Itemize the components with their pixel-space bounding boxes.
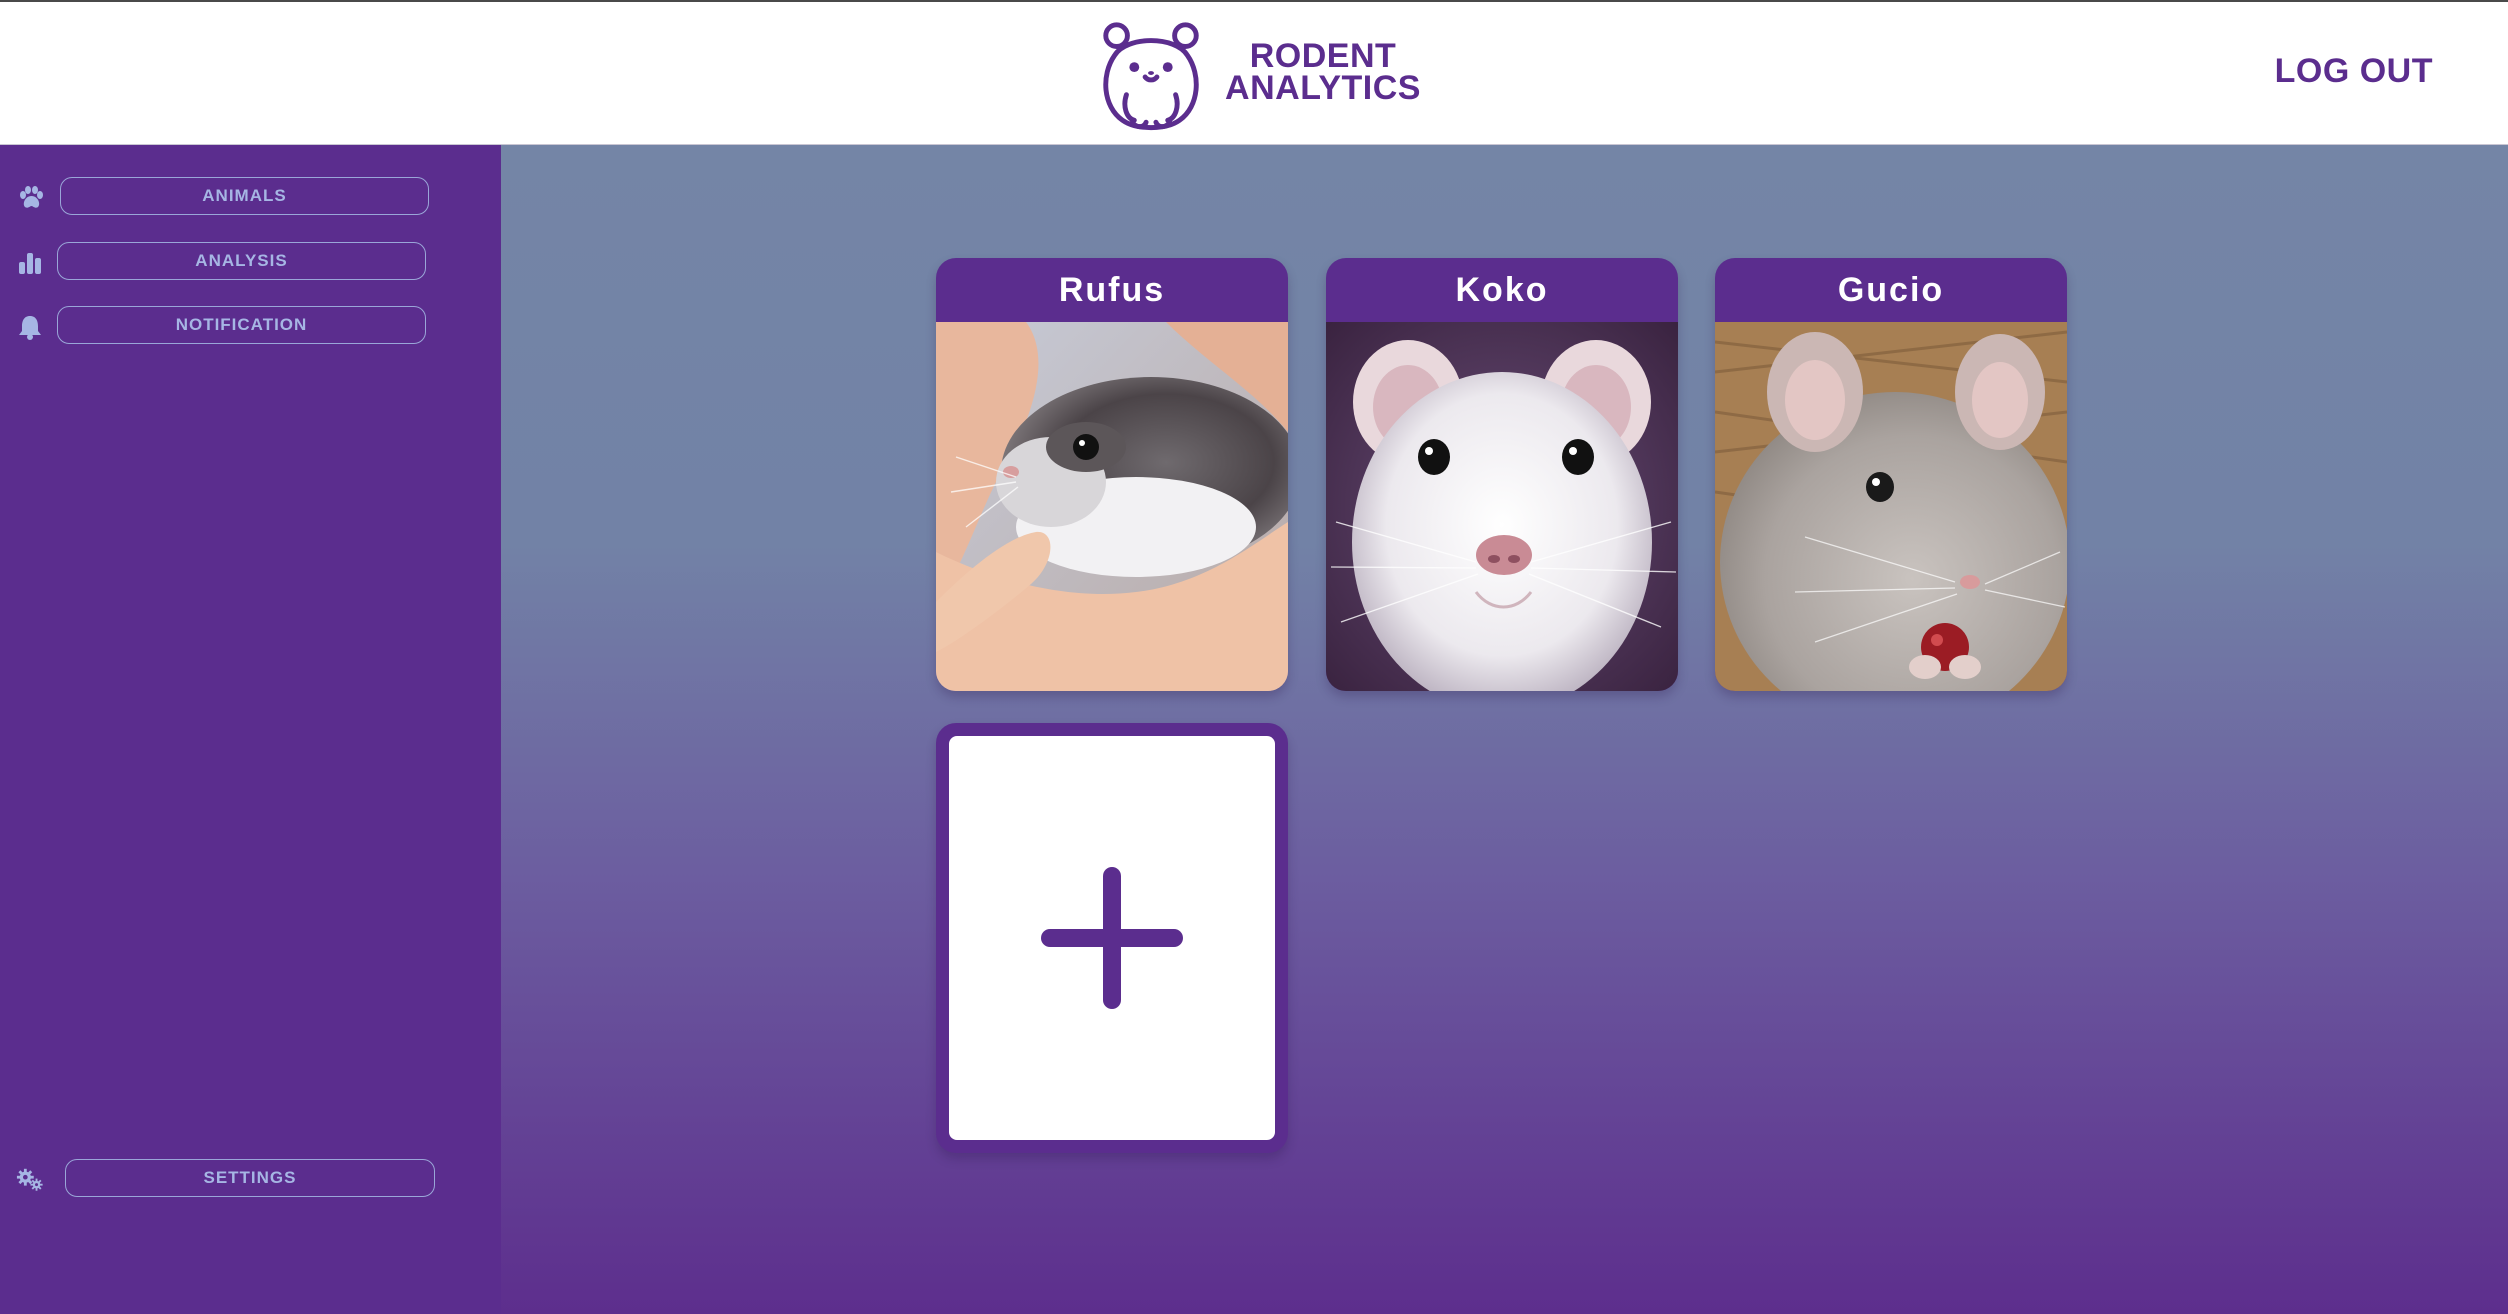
add-card-body [949, 736, 1275, 1140]
brand-line-1: RODENT [1249, 37, 1397, 75]
add-animal-button[interactable] [936, 723, 1288, 1153]
logout-button[interactable]: LOG OUT [2275, 52, 2433, 91]
bar-chart-icon [19, 253, 41, 274]
gears-icon [16, 1168, 43, 1191]
top-header: RODENT ANALYTICS LOG OUT [0, 0, 2508, 145]
hamster-logo-icon [1103, 22, 1199, 131]
sidebar-item-analysis[interactable]: ANALYSIS [0, 242, 440, 282]
plus-icon [1041, 867, 1183, 1009]
main-content: Rufus Koko Gucio [501, 145, 2508, 1314]
sidebar-item-label: ANIMALS [60, 177, 429, 215]
hamster-photo [936, 322, 1288, 691]
animal-name: Koko [1455, 270, 1549, 309]
sidebar-item-label: ANALYSIS [57, 242, 426, 280]
animal-card-rufus[interactable]: Rufus [936, 258, 1288, 691]
chinchilla-photo [1715, 322, 2067, 691]
sidebar: ANIMALS ANALYSIS NOTIFICATION SETTINGS [0, 145, 501, 1314]
sidebar-item-notification[interactable]: NOTIFICATION [0, 306, 440, 346]
animal-card-gucio[interactable]: Gucio [1715, 258, 2067, 691]
sidebar-item-label: NOTIFICATION [57, 306, 426, 344]
paw-icon [20, 186, 43, 208]
sidebar-item-label: SETTINGS [65, 1159, 435, 1197]
brand-name: RODENT ANALYTICS [1223, 37, 1423, 107]
brand-line-2: ANALYTICS [1225, 69, 1421, 107]
sidebar-item-animals[interactable]: ANIMALS [0, 177, 440, 217]
brand[interactable]: RODENT ANALYTICS [1093, 16, 1423, 136]
animal-card-koko[interactable]: Koko [1326, 258, 1678, 691]
sidebar-item-settings[interactable]: SETTINGS [0, 1159, 440, 1199]
bell-icon [19, 316, 41, 340]
animal-name: Gucio [1837, 270, 1945, 309]
white-rat-photo [1326, 322, 1678, 691]
animal-name: Rufus [1058, 270, 1166, 309]
